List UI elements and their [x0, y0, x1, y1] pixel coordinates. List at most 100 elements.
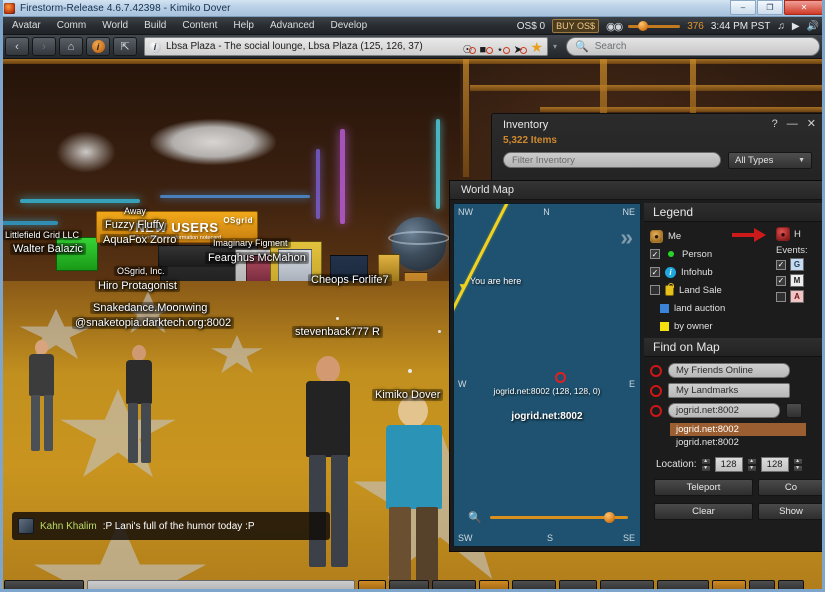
y-spinner[interactable]: ▲ ▼ [746, 457, 757, 472]
bottom-toolbar[interactable] [0, 579, 825, 592]
music-note-icon[interactable]: ♫ [777, 21, 785, 32]
info-button[interactable]: i [86, 37, 110, 56]
avatar-torso [29, 354, 54, 396]
slider-knob[interactable] [638, 21, 649, 31]
clear-button[interactable]: Clear [654, 503, 753, 520]
bottom-button[interactable] [712, 579, 746, 592]
bottom-button[interactable] [600, 579, 654, 592]
menu-comm[interactable]: Comm [49, 17, 94, 35]
bottom-button[interactable] [358, 579, 386, 592]
my-landmarks-field[interactable]: My Landmarks [668, 383, 790, 398]
infohub-icon: i [665, 266, 676, 278]
friends-online-field[interactable]: My Friends Online [668, 363, 790, 378]
menu-develop[interactable]: Develop [322, 17, 375, 35]
nametag-avatar: AquaFox Zorro [100, 234, 180, 246]
region-search-go-button[interactable] [786, 403, 802, 418]
forward-button[interactable]: › [32, 37, 56, 56]
radio-friends-online[interactable] [650, 364, 662, 377]
x-spinner[interactable]: ▲ ▼ [700, 457, 711, 472]
copy-slurl-button[interactable]: Co [758, 479, 824, 496]
back-button[interactable]: ‹ [5, 37, 29, 56]
search-results-list[interactable]: jogrid.net:8002 jogrid.net:8002 [670, 423, 806, 449]
parcel-flag-icons: ☉ ■ ⋆ ➤ ★ [462, 40, 543, 57]
map-zoom-control[interactable]: 🔍 [468, 511, 628, 524]
bottom-button[interactable] [479, 579, 509, 592]
y-spin-up[interactable]: ▲ [746, 457, 757, 465]
buy-currency-button[interactable]: BUY OS$ [552, 19, 599, 33]
bottom-button[interactable] [389, 579, 429, 592]
x-spin-down[interactable]: ▼ [700, 464, 711, 472]
window-controls: – ❐ ✕ [730, 0, 824, 15]
star-icon[interactable]: ★ [530, 40, 543, 54]
event-badge-mature: M [790, 274, 804, 287]
chevron-down-icon: ▼ [798, 157, 805, 164]
location-y-input[interactable]: 128 [760, 457, 789, 472]
zoom-slider-track[interactable] [489, 511, 628, 523]
bottom-button[interactable] [559, 579, 597, 592]
radio-search-region[interactable] [650, 404, 662, 417]
menu-advanced[interactable]: Advanced [262, 17, 322, 35]
nametag-avatar: Fearghus McMahon [205, 252, 309, 264]
location-bar[interactable]: i Lbsa Plaza - The social lounge, Lbsa P… [144, 37, 548, 56]
teleport-icon[interactable]: ⇱ [113, 37, 137, 56]
search-result-item[interactable]: jogrid.net:8002 [670, 436, 806, 449]
z-spinner[interactable]: ▲ ▼ [792, 457, 803, 472]
minimize-icon[interactable]: — [787, 118, 798, 130]
show-destination-button[interactable]: Show [758, 503, 824, 520]
menu-build[interactable]: Build [136, 17, 174, 35]
find-row-search[interactable]: jogrid.net:8002 [650, 403, 824, 418]
inventory-type-dropdown[interactable]: All Types ▼ [728, 152, 812, 169]
z-spin-down[interactable]: ▼ [792, 464, 803, 472]
close-icon[interactable]: ✕ [807, 117, 816, 130]
inventory-panel[interactable]: Inventory 5,322 Items ? — ✕ Filter Inven… [491, 113, 825, 181]
bottom-button[interactable] [657, 579, 709, 592]
events-checkbox-mature[interactable]: ✓ [776, 275, 786, 286]
radio-my-landmarks[interactable] [650, 384, 662, 397]
x-spin-up[interactable]: ▲ [700, 457, 711, 465]
find-row-friends[interactable]: My Friends Online [650, 363, 824, 378]
menu-content[interactable]: Content [174, 17, 225, 35]
location-x-input[interactable]: 128 [714, 457, 743, 472]
home-button[interactable]: ⌂ [59, 37, 83, 56]
help-icon[interactable]: ? [772, 118, 778, 130]
world-map-panel[interactable]: World Map NW N NE W E SW S SE » You are … [449, 180, 825, 552]
search-input[interactable]: 🔍 Search [566, 37, 820, 56]
events-checkbox-general[interactable]: ✓ [776, 259, 786, 270]
menu-world[interactable]: World [94, 17, 136, 35]
bottom-button[interactable] [749, 579, 775, 592]
menu-help[interactable]: Help [225, 17, 262, 35]
chat-sender-name: Kahn Khalim [40, 520, 97, 532]
chat-input-field[interactable] [87, 579, 355, 592]
z-spin-up[interactable]: ▲ [792, 457, 803, 465]
legend-checkbox-infohub[interactable]: ✓ [650, 267, 660, 277]
map-canvas[interactable]: NW N NE W E SW S SE » You are here jogri… [453, 203, 641, 547]
speaker-icon[interactable]: 🔊 [807, 21, 819, 32]
chat-toast[interactable]: Kahn Khalim :P Lani's full of the humor … [12, 512, 330, 540]
maximize-button[interactable]: ❐ [757, 0, 783, 15]
play-icon[interactable]: ▶ [792, 21, 800, 32]
legend-row-by-owner: by owner [650, 317, 824, 335]
bottom-button[interactable] [778, 579, 804, 592]
draw-distance-slider[interactable] [628, 21, 681, 31]
legend-checkbox-person[interactable]: ✓ [650, 249, 660, 259]
zoom-slider-knob[interactable] [604, 511, 615, 523]
find-on-map-title: Find on Map [653, 340, 720, 354]
menu-avatar[interactable]: Avatar [0, 17, 49, 35]
bottom-button[interactable] [512, 579, 556, 592]
inventory-filter-input[interactable]: Filter Inventory [503, 152, 721, 168]
close-button[interactable]: ✕ [784, 0, 824, 15]
region-search-input[interactable]: jogrid.net:8002 [668, 403, 780, 418]
teleport-button[interactable]: Teleport [654, 479, 753, 496]
legend-checkbox-landsale[interactable] [650, 285, 660, 295]
chevron-down-icon[interactable]: ▾ [553, 42, 557, 51]
bottom-button[interactable] [4, 579, 84, 592]
double-chevron-right-icon[interactable]: » [620, 224, 633, 251]
bottom-button[interactable] [432, 579, 476, 592]
world-map-titlebar: World Map [450, 181, 824, 200]
binoculars-icon[interactable]: ◉◉ [606, 20, 623, 33]
minimize-button[interactable]: – [730, 0, 756, 15]
search-result-item[interactable]: jogrid.net:8002 [670, 423, 806, 436]
find-row-landmarks[interactable]: My Landmarks [650, 383, 824, 398]
events-checkbox-adult[interactable] [776, 291, 786, 302]
y-spin-down[interactable]: ▼ [746, 464, 757, 472]
